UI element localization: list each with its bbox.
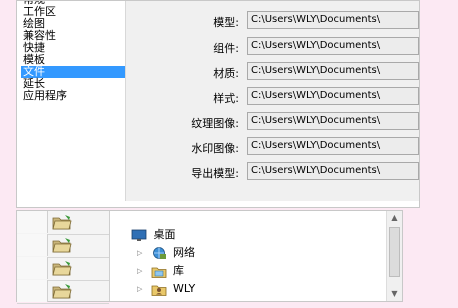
- path-field[interactable]: C:\Users\WLY\Documents\: [247, 11, 419, 29]
- tree-item-user[interactable]: ▷ WLY: [137, 281, 195, 297]
- path-row-watermark-images: 水印图像: C:\Users\WLY\Documents\: [126, 137, 419, 159]
- expand-arrow-icon[interactable]: ▷: [137, 281, 147, 297]
- scroll-up-arrow-icon[interactable]: ▲: [387, 211, 402, 225]
- path-row-export-models: 导出模型: C:\Users\WLY\Documents\: [126, 162, 419, 184]
- network-icon: [152, 247, 166, 259]
- tree-item-desktop[interactable]: 桌面: [131, 227, 176, 243]
- path-row-styles: 样式: C:\Users\WLY\Documents\: [126, 87, 419, 109]
- tree-item-label: WLY: [173, 282, 196, 295]
- path-label: 组件:: [213, 42, 239, 55]
- tree-scrollbar[interactable]: ▲ ▼: [386, 211, 402, 301]
- path-label: 水印图像:: [191, 142, 239, 155]
- path-label: 纹理图像:: [191, 117, 239, 130]
- row-cell: [17, 234, 48, 256]
- tree-item-label: 桌面: [153, 228, 176, 241]
- path-field[interactable]: C:\Users\WLY\Documents\: [247, 87, 419, 105]
- tree-item-library[interactable]: ▷ 库: [137, 263, 184, 279]
- open-folder-icon[interactable]: [51, 213, 73, 231]
- category-list[interactable]: 常规 工作区 绘图 兼容性 快捷 模板 文件 延长 应用程序: [21, 1, 125, 201]
- row-cell: [17, 257, 48, 279]
- nav-item-applications[interactable]: 应用程序: [21, 90, 125, 102]
- expand-arrow-icon[interactable]: ▷: [137, 263, 147, 279]
- folder-tree[interactable]: 桌面 ▷ 网络 ▷ 库 ▷ WLY ▲ ▼: [125, 211, 402, 301]
- path-row-models: 模型: C:\Users\WLY\Documents\: [126, 11, 419, 33]
- path-row-materials: 材质: C:\Users\WLY\Documents\: [126, 62, 419, 84]
- row-cell: [17, 280, 48, 302]
- path-field[interactable]: C:\Users\WLY\Documents\: [247, 137, 419, 155]
- open-folder-icon[interactable]: [51, 259, 73, 277]
- file-locations-pane: 模型: C:\Users\WLY\Documents\ 组件: C:\Users…: [125, 1, 419, 201]
- path-field[interactable]: C:\Users\WLY\Documents\: [247, 37, 419, 55]
- browse-row: [17, 211, 109, 235]
- tree-item-network[interactable]: ▷ 网络: [137, 245, 195, 261]
- scroll-thumb[interactable]: [389, 227, 400, 277]
- path-label: 模型:: [213, 16, 239, 29]
- preferences-panel: 常规 工作区 绘图 兼容性 快捷 模板 文件 延长 应用程序 模型: C:\Us…: [16, 0, 420, 208]
- path-row-components: 组件: C:\Users\WLY\Documents\: [126, 37, 419, 59]
- scroll-down-arrow-icon[interactable]: ▼: [387, 287, 402, 301]
- path-label: 导出模型:: [191, 167, 239, 180]
- tree-item-label: 网络: [173, 246, 195, 259]
- browse-row: [17, 257, 109, 281]
- open-folder-icon[interactable]: [51, 236, 73, 254]
- row-cell: [17, 211, 48, 233]
- folder-browser-panel: 桌面 ▷ 网络 ▷ 库 ▷ WLY ▲ ▼: [16, 210, 403, 304]
- browse-button-column: [17, 211, 110, 304]
- browse-row: [17, 280, 109, 304]
- path-row-texture-images: 纹理图像: C:\Users\WLY\Documents\: [126, 112, 419, 134]
- tree-item-label: 库: [173, 264, 184, 277]
- path-label: 材质:: [213, 67, 239, 80]
- desktop-icon: [131, 229, 147, 241]
- user-folder-icon: [151, 285, 166, 296]
- path-label: 样式:: [213, 92, 239, 105]
- browse-row: [17, 234, 109, 258]
- library-icon: [151, 267, 166, 278]
- open-folder-icon[interactable]: [51, 282, 73, 300]
- path-field[interactable]: C:\Users\WLY\Documents\: [247, 112, 419, 130]
- path-field[interactable]: C:\Users\WLY\Documents\: [247, 62, 419, 80]
- expand-arrow-icon[interactable]: ▷: [137, 245, 147, 261]
- path-field[interactable]: C:\Users\WLY\Documents\: [247, 162, 419, 180]
